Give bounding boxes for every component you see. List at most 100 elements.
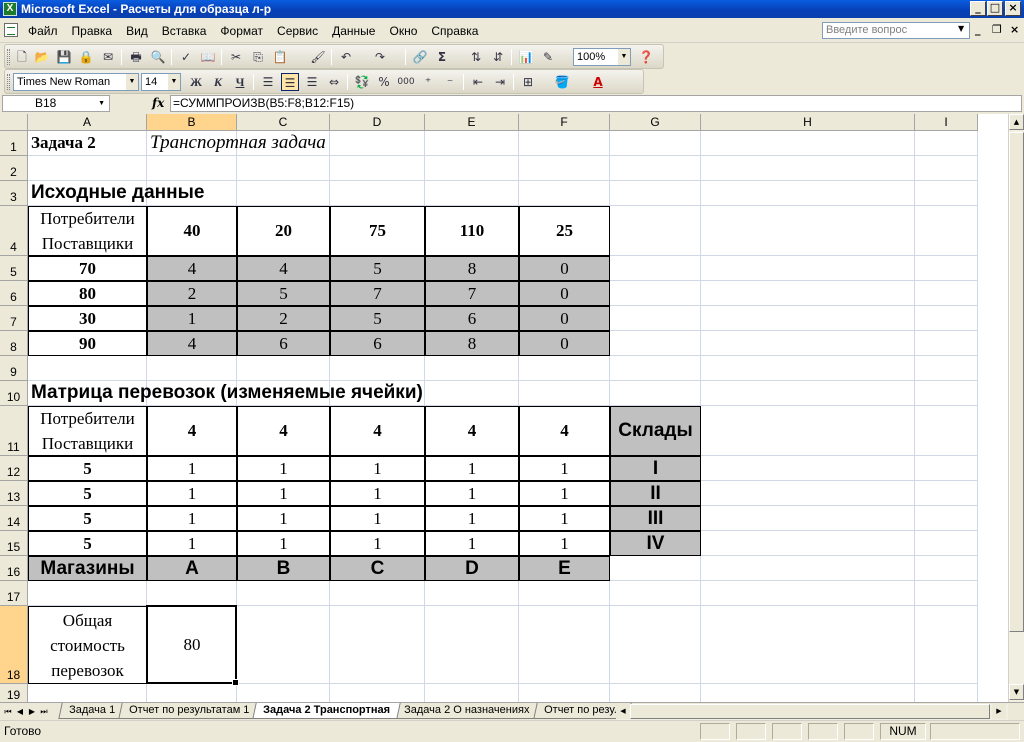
grid-cell[interactable] (915, 131, 978, 156)
grid-cell[interactable] (610, 684, 701, 702)
shop-cell[interactable]: C (330, 556, 425, 581)
toolbar-grip[interactable] (7, 74, 10, 90)
grid-cell[interactable] (915, 381, 978, 406)
menu-file[interactable]: Файл (28, 24, 58, 38)
grid-cell[interactable] (610, 381, 701, 406)
print-icon[interactable]: 🖶 (127, 48, 145, 66)
grid-cell[interactable] (519, 581, 610, 606)
grid-cell[interactable] (28, 581, 147, 606)
italic-button[interactable]: К (209, 73, 227, 91)
row-header-6[interactable]: 6 (0, 281, 28, 306)
currency-icon[interactable]: 💱 (353, 73, 371, 91)
grid-cell[interactable] (425, 684, 519, 702)
matrix-cell[interactable]: 1 (425, 456, 519, 481)
borders-icon[interactable]: ⊞ (519, 73, 537, 91)
cost-cell[interactable]: 4 (237, 256, 330, 281)
column-header-a[interactable]: A (28, 114, 147, 131)
matrix-cell[interactable]: 1 (519, 506, 610, 531)
grid-cell[interactable] (701, 506, 915, 531)
menu-edit[interactable]: Правка (72, 24, 113, 38)
grid-cell[interactable] (237, 356, 330, 381)
first-sheet-icon[interactable]: ⏮ (2, 704, 14, 719)
grid-cell[interactable] (610, 356, 701, 381)
grid-cell[interactable] (701, 406, 915, 456)
name-box[interactable]: B18 ▼ (2, 95, 110, 112)
sort-ascending-icon[interactable]: ⇅ (467, 48, 485, 66)
grid-cell[interactable] (330, 181, 425, 206)
matrix-cell[interactable]: 1 (425, 531, 519, 556)
grid-cell[interactable] (610, 556, 701, 581)
grid-cell[interactable] (28, 356, 147, 381)
chart-wizard-icon[interactable]: 📊 (517, 48, 535, 66)
new-icon[interactable]: 🗋 (13, 48, 31, 66)
hyperlink-icon[interactable]: 🔗 (411, 48, 429, 66)
matrix-demand-cell[interactable]: 4 (519, 406, 610, 456)
decrease-decimal-icon[interactable]: ⁻ (441, 73, 459, 91)
row-header-8[interactable]: 8 (0, 331, 28, 356)
row-header-5[interactable]: 5 (0, 256, 28, 281)
menu-view[interactable]: Вид (126, 24, 148, 38)
matrix-cell[interactable]: 1 (147, 506, 237, 531)
grid-cell[interactable] (237, 156, 330, 181)
matrix-cell[interactable]: 1 (519, 456, 610, 481)
matrix-demand-cell[interactable]: 4 (147, 406, 237, 456)
decrease-indent-icon[interactable]: ⇤ (469, 73, 487, 91)
cost-cell[interactable]: 8 (425, 331, 519, 356)
row-header-18[interactable]: 18 (0, 606, 28, 684)
align-left-icon[interactable]: ☰ (259, 73, 277, 91)
cost-cell[interactable]: 4 (147, 256, 237, 281)
matrix-cell[interactable]: 1 (519, 481, 610, 506)
header-consumers-suppliers[interactable]: Потребители Поставщики (28, 406, 147, 456)
grid-cell[interactable] (915, 456, 978, 481)
cut-icon[interactable]: ✂ (227, 48, 245, 66)
menu-data[interactable]: Данные (332, 24, 375, 38)
grid-cell[interactable] (519, 606, 610, 684)
sheet-tab-active[interactable]: Задача 2 Транспортная (252, 703, 402, 719)
grid-cell[interactable] (701, 206, 915, 256)
undo-icon[interactable]: ↶ (337, 48, 355, 66)
total-cost-value[interactable]: 80 (147, 606, 237, 684)
matrix-cell[interactable]: 1 (330, 506, 425, 531)
chevron-down-icon[interactable]: ▼ (126, 74, 138, 90)
grid-cell[interactable] (610, 606, 701, 684)
grid-cell[interactable] (915, 556, 978, 581)
grid-cell[interactable] (701, 684, 915, 702)
chevron-down-icon[interactable]: ▼ (168, 74, 180, 90)
grid-cell[interactable] (915, 281, 978, 306)
align-center-icon[interactable]: ☰ (281, 73, 299, 91)
sheet-tab[interactable]: Задача 2 О назначениях (393, 703, 541, 719)
demand-cell[interactable]: 110 (425, 206, 519, 256)
menu-insert[interactable]: Вставка (162, 24, 207, 38)
row-header-4[interactable]: 4 (0, 206, 28, 256)
grid-cell[interactable] (701, 581, 915, 606)
grid-cell[interactable] (28, 156, 147, 181)
zoom-select[interactable]: 100% ▼ (573, 48, 631, 66)
cost-cell[interactable]: 5 (330, 306, 425, 331)
cost-cell[interactable]: 8 (425, 256, 519, 281)
grid-cell[interactable] (330, 581, 425, 606)
column-header-e[interactable]: E (425, 114, 519, 131)
grid-cell[interactable] (147, 156, 237, 181)
row-header-11[interactable]: 11 (0, 406, 28, 456)
task-subtitle[interactable]: Транспортная задача (147, 131, 425, 156)
grid-cell[interactable] (610, 581, 701, 606)
excel-icon[interactable]: X (3, 2, 17, 16)
scroll-up-icon[interactable]: ▲ (1009, 114, 1024, 130)
scroll-left-icon[interactable]: ◀ (616, 704, 630, 719)
grid-cell[interactable] (425, 131, 519, 156)
row-header-15[interactable]: 15 (0, 531, 28, 556)
column-header-h[interactable]: H (701, 114, 915, 131)
cost-cell[interactable]: 2 (237, 306, 330, 331)
matrix-supply-cell[interactable]: 5 (28, 506, 147, 531)
grid-cell[interactable] (701, 331, 915, 356)
cost-cell[interactable]: 6 (330, 331, 425, 356)
cost-cell[interactable]: 5 (330, 256, 425, 281)
grid-cell[interactable] (701, 531, 915, 556)
next-sheet-icon[interactable]: ▶ (26, 704, 38, 719)
grid-cell[interactable] (610, 181, 701, 206)
doc-minimize-button[interactable]: _ (975, 23, 981, 36)
grid-cell[interactable] (701, 556, 915, 581)
grid-cell[interactable] (237, 606, 330, 684)
toolbar-grip[interactable] (7, 49, 10, 65)
supply-cell[interactable]: 70 (28, 256, 147, 281)
